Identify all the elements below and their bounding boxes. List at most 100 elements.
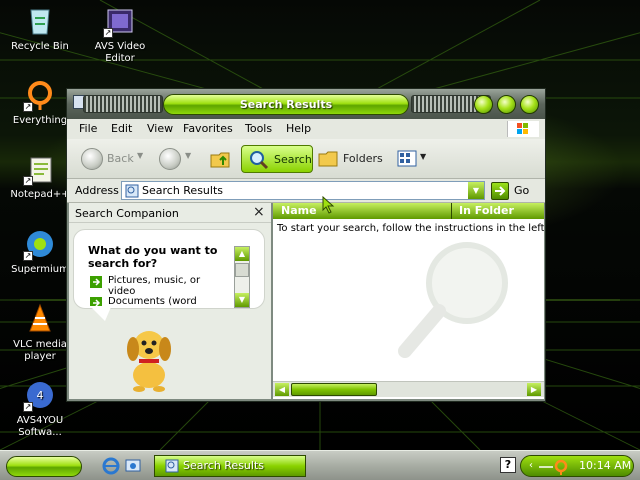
folders-button[interactable]: Folders	[315, 145, 385, 173]
column-name[interactable]: Name	[281, 204, 317, 217]
everything-tray-icon[interactable]	[539, 459, 571, 475]
menu-tools[interactable]: Tools	[245, 122, 272, 135]
search-folder-icon	[125, 184, 139, 198]
magnifier-watermark-icon	[398, 242, 508, 358]
everything-search-icon: ↗	[23, 78, 57, 112]
go-label[interactable]: Go	[514, 184, 529, 197]
vlc-cone-icon	[23, 302, 57, 336]
internet-explorer-icon[interactable]	[102, 457, 120, 475]
shortcut-arrow-icon: ↗	[23, 176, 33, 186]
shortcut-arrow-icon: ↗	[103, 28, 113, 38]
back-label: Back	[107, 152, 134, 165]
recycle-bin-icon	[23, 4, 57, 38]
forward-arrow-icon	[159, 148, 181, 170]
menu-bar: File Edit View Favorites Tools Help	[67, 119, 545, 139]
close-pane-icon[interactable]: ×	[253, 204, 265, 220]
menu-favorites[interactable]: Favorites	[183, 122, 233, 135]
help-icon[interactable]: ?	[500, 457, 516, 473]
up-folder-icon	[210, 152, 230, 168]
scroll-thumb[interactable]	[291, 383, 377, 396]
desktop-icon-label: AVS4YOU Softwa...	[16, 415, 64, 438]
forward-dropdown-icon: ▼	[185, 151, 192, 160]
scroll-up-arrow-icon[interactable]: ▲	[235, 247, 249, 261]
desktop-icon-avs-video-editor[interactable]: ↗ AVS Video Editor	[80, 4, 160, 65]
search-window-icon	[165, 459, 179, 473]
search-question: What do you want to search for?	[88, 244, 218, 270]
menu-help[interactable]: Help	[286, 122, 311, 135]
scroll-thumb[interactable]	[235, 263, 249, 277]
windows-flag-icon	[507, 121, 539, 137]
column-in-folder[interactable]: In Folder	[459, 204, 514, 217]
window-title: Search Results	[163, 94, 409, 115]
search-label: Search	[274, 153, 312, 166]
shortcut-arrow-icon: ↗	[23, 402, 33, 412]
results-pane: Name In Folder To start your search, fol…	[273, 203, 544, 399]
views-button[interactable]: ▼	[393, 145, 429, 173]
scroll-right-arrow-icon[interactable]: ▶	[527, 383, 541, 396]
tray-expand-chevron-icon[interactable]: ‹	[529, 456, 533, 476]
forward-button[interactable]: ▼	[159, 145, 195, 173]
back-button[interactable]: Back ▼	[81, 145, 147, 173]
avs4you-icon: 4 ↗	[23, 378, 57, 412]
views-icon	[397, 150, 417, 167]
taskbar-button-search-results[interactable]: Search Results	[154, 455, 306, 477]
address-value: Search Results	[142, 184, 224, 197]
show-desktop-icon[interactable]	[124, 457, 142, 475]
search-companion-pane: Search Companion × What do you want to s…	[69, 203, 271, 399]
avs-video-editor-icon: ↗	[103, 4, 137, 38]
toolbar: Back ▼ ▼ Search Folders ▼	[67, 139, 545, 179]
results-column-header: Name In Folder	[273, 203, 544, 219]
search-companion-title: Search Companion	[75, 207, 179, 220]
search-companion-header: Search Companion ×	[69, 203, 271, 223]
menu-file[interactable]: File	[79, 122, 97, 135]
taskbar: Search Results ? ‹ 10:14 AM	[0, 450, 640, 480]
notepadpp-icon: ↗	[23, 152, 57, 186]
magnifier-icon	[250, 151, 269, 170]
search-button[interactable]: Search	[241, 145, 313, 173]
back-dropdown-icon: ▼	[137, 151, 144, 160]
system-tray: ‹ 10:14 AM	[520, 455, 634, 477]
taskbar-button-label: Search Results	[183, 459, 265, 472]
go-arrow-icon[interactable]	[491, 182, 509, 200]
svg-text:4: 4	[37, 389, 44, 402]
address-dropdown-button[interactable]: ▼	[468, 182, 484, 199]
column-divider	[451, 203, 452, 219]
close-button[interactable]	[520, 95, 539, 114]
menu-view[interactable]: View	[147, 122, 173, 135]
start-button[interactable]	[6, 456, 82, 477]
up-folder-button[interactable]	[209, 145, 235, 173]
minimize-button[interactable]	[474, 95, 493, 114]
views-dropdown-icon: ▼	[420, 152, 427, 161]
scroll-down-arrow-icon[interactable]: ▼	[235, 293, 249, 307]
option-pictures-music-video[interactable]: Pictures, music, or video	[90, 275, 230, 297]
address-label: Address	[75, 184, 119, 197]
horizontal-scrollbar[interactable]: ◀ ▶	[273, 381, 544, 397]
folders-icon	[318, 151, 338, 167]
address-input[interactable]: Search Results ▼	[121, 181, 485, 200]
shortcut-arrow-icon: ↗	[23, 251, 33, 261]
shortcut-arrow-icon: ↗	[23, 102, 33, 112]
menu-edit[interactable]: Edit	[111, 122, 132, 135]
desktop-icon-label: AVS Video Editor	[94, 41, 146, 64]
maximize-button[interactable]	[497, 95, 516, 114]
option-documents[interactable]: Documents (word	[90, 296, 230, 306]
title-grille-left	[83, 95, 163, 113]
supermium-browser-icon: ↗	[23, 227, 57, 261]
search-dog-icon[interactable]	[119, 321, 181, 393]
bubble-tail	[91, 307, 111, 321]
options-scrollbar[interactable]: ▲ ▼	[234, 246, 250, 308]
address-bar: Address Search Results ▼ Go	[67, 179, 545, 203]
folders-label: Folders	[343, 152, 383, 165]
green-arrow-icon	[90, 276, 102, 288]
option-label: Documents (word	[108, 296, 197, 306]
search-options-bubble: What do you want to search for? Pictures…	[73, 229, 265, 309]
search-results-window: Search Results File Edit View Favorites …	[66, 88, 546, 402]
title-bar[interactable]: Search Results	[67, 89, 545, 119]
mouse-cursor-icon	[322, 196, 335, 214]
desktop-icon-recycle-bin[interactable]: Recycle Bin	[0, 4, 80, 53]
scroll-left-arrow-icon[interactable]: ◀	[275, 383, 289, 396]
green-arrow-icon	[90, 297, 102, 306]
option-label: Pictures, music, or video	[108, 275, 201, 297]
desktop-icon-label: Recycle Bin	[11, 41, 69, 52]
clock[interactable]: 10:14 AM	[579, 456, 631, 476]
